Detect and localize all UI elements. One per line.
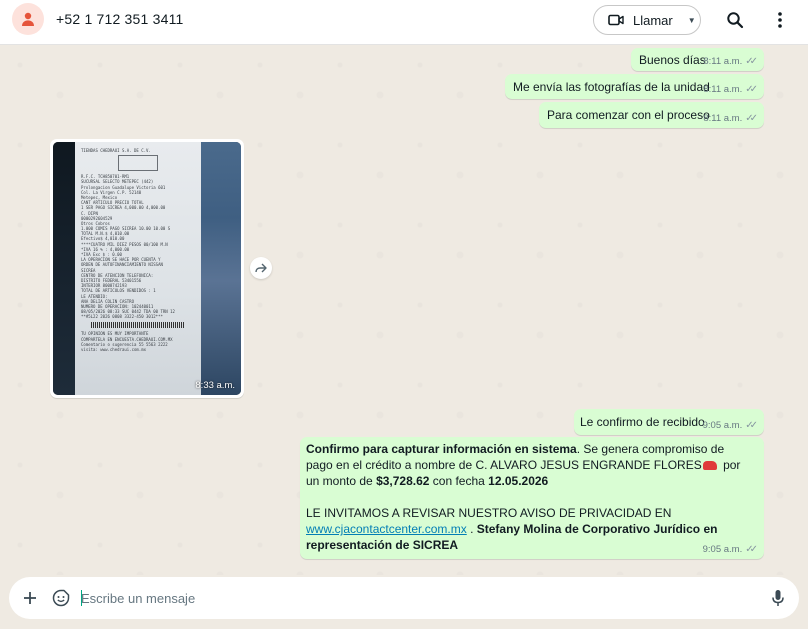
receipt-paper: TIENDAS CHEDRAUI S.A. DE C.V. R.F.C. TCH8… [75, 142, 201, 395]
contact-avatar[interactable] [12, 3, 44, 35]
kebab-menu-icon[interactable] [769, 9, 791, 31]
message-text: LE INVITAMOS A REVISAR NUESTRO AVISO DE … [306, 506, 672, 520]
double-check-icon: ✓✓ [745, 84, 758, 95]
message-meta: 8:11 a.m. ✓✓ [703, 113, 758, 124]
call-button-label: Llamar [633, 12, 673, 28]
composer [9, 577, 799, 619]
message-bubble[interactable]: Le confirmo de recibido 9:05 a.m. ✓✓ [574, 409, 764, 435]
message-time: 8:11 a.m. [703, 84, 743, 95]
message-meta: 9:05 a.m. ✓✓ [703, 420, 758, 431]
message-meta: 8:11 a.m. ✓✓ [703, 84, 758, 95]
message-meta: 9:05 a.m. ✓✓ [703, 544, 758, 555]
message-meta: 8:11 a.m. ✓✓ [703, 56, 758, 67]
video-icon [608, 14, 624, 26]
bold-lead: Confirmo para capturar información en si… [306, 442, 577, 456]
amount: $3,728.62 [376, 474, 430, 488]
receipt-photo[interactable]: TIENDAS CHEDRAUI S.A. DE C.V. R.F.C. TCH8… [53, 142, 241, 395]
message-time: 9:05 a.m. [702, 544, 743, 555]
message-bubble[interactable]: Para comenzar con el proceso 8:11 a.m. ✓… [539, 102, 764, 128]
search-icon[interactable] [724, 9, 746, 31]
message-text: Me envía las fotografías de la unidad [513, 80, 710, 94]
receipt-line: TIENDAS CHEDRAUI S.A. DE C.V. [81, 148, 151, 153]
message-text: Le confirmo de recibido [580, 415, 705, 429]
double-check-icon: ✓✓ [745, 420, 758, 431]
text-cursor [81, 590, 82, 606]
message-text: Buenos días [639, 53, 706, 67]
chat-area[interactable]: Buenos días 8:11 a.m. ✓✓ Me envía las fo… [0, 45, 808, 575]
double-check-icon: ✓✓ [745, 544, 758, 555]
call-button[interactable]: Llamar ▼ [593, 5, 701, 35]
image-message[interactable]: TIENDAS CHEDRAUI S.A. DE C.V. R.F.C. TCH8… [50, 139, 244, 398]
message-time: 8:33 a.m. [195, 380, 235, 391]
double-check-icon: ✓✓ [745, 113, 758, 124]
forward-button[interactable] [250, 257, 272, 279]
message-bubble[interactable]: Buenos días 8:11 a.m. ✓✓ [631, 48, 764, 71]
message-time: 8:11 a.m. [703, 56, 743, 67]
mic-icon[interactable] [768, 588, 788, 608]
photo-background [199, 142, 241, 395]
emoji-icon[interactable] [51, 588, 71, 608]
plus-icon[interactable] [20, 588, 40, 608]
privacy-link[interactable]: www.cjacontactcenter.com.mx [306, 522, 467, 536]
chevron-down-icon: ▼ [687, 15, 696, 25]
barcode [91, 322, 185, 329]
person-icon [22, 12, 34, 26]
chat-header: +52 1 712 351 3411 Llamar ▼ [0, 0, 808, 45]
forward-icon [255, 263, 267, 273]
store-logo [118, 155, 158, 172]
message-time: 8:11 a.m. [703, 113, 743, 124]
receipt-line: visita: www.chedraui.com.mx [81, 347, 147, 352]
composer-bar [0, 575, 808, 629]
car-emoji [702, 461, 717, 471]
message-text: Para comenzar con el proceso [547, 108, 710, 122]
message-bubble[interactable]: Confirmo para capturar información en si… [300, 437, 764, 559]
double-check-icon: ✓✓ [745, 56, 758, 67]
message-bubble[interactable]: Me envía las fotografías de la unidad 8:… [505, 74, 764, 99]
message-input[interactable] [81, 586, 751, 610]
message-text: . [466, 522, 477, 536]
message-text: con fecha [429, 474, 489, 488]
contact-phone[interactable]: +52 1 712 351 3411 [56, 11, 184, 27]
message-body: Confirmo para capturar información en si… [306, 441, 754, 553]
message-time: 9:05 a.m. [702, 420, 743, 431]
photo-background [53, 142, 75, 395]
receipt-line: **#5L22 2026 0808 3322-450 3012*** [81, 314, 163, 320]
date: 12.05.2026 [488, 474, 549, 488]
